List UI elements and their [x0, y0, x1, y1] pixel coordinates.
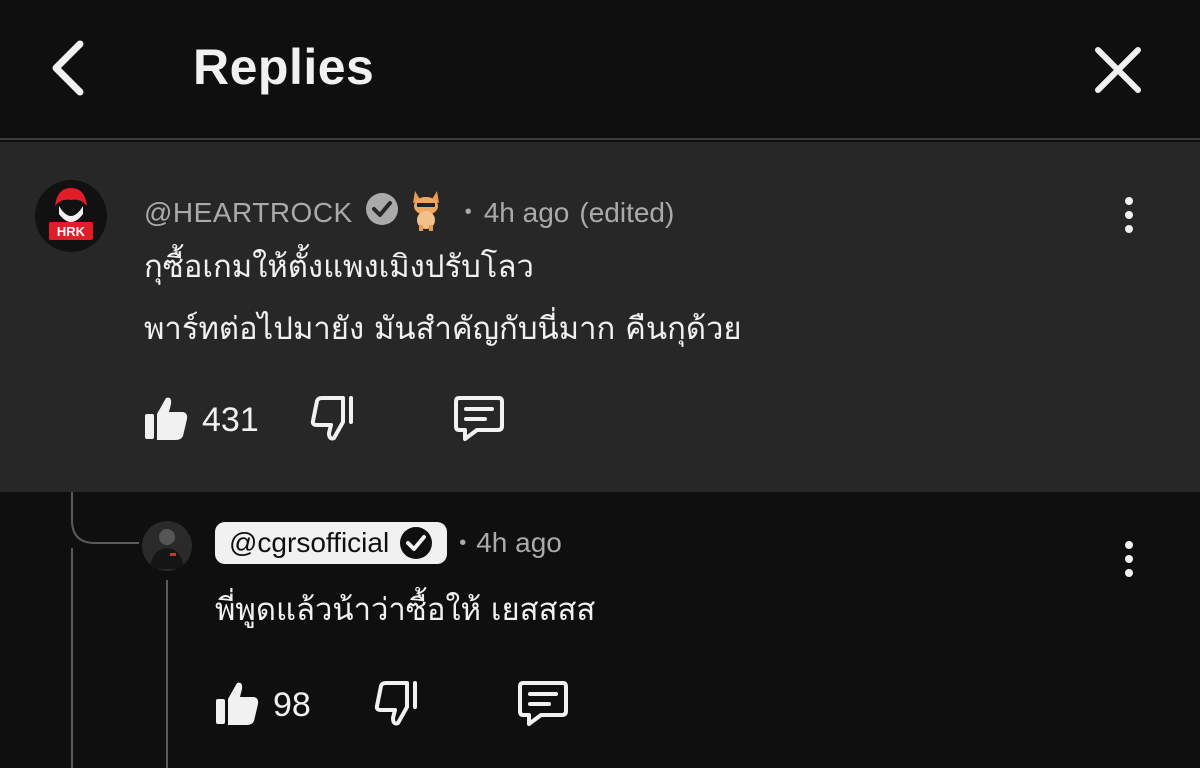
comment-meta: @HEARTROCK • 4h ago (edited)	[144, 187, 674, 238]
thread-branch	[71, 500, 139, 544]
close-button[interactable]	[1086, 38, 1150, 102]
avatar-text: HRK	[57, 224, 86, 239]
more-vert-icon	[1125, 197, 1133, 205]
like-icon	[216, 682, 259, 725]
reply-reply-button[interactable]	[517, 679, 569, 732]
back-button[interactable]	[40, 36, 100, 100]
back-arrow-icon	[52, 40, 84, 96]
cgr-avatar-icon	[142, 521, 192, 571]
dislike-icon	[310, 396, 353, 441]
verified-icon	[400, 527, 433, 559]
more-vert-dot	[1125, 225, 1133, 233]
reply-meta: @cgrsofficial • 4h ago	[215, 522, 562, 564]
verified-badge	[365, 192, 399, 233]
reply-icon	[453, 396, 504, 441]
parent-comment: HRK @HEARTROCK • 4h ago (edited) กุซื้อเ…	[0, 142, 1200, 492]
reply-author-handle: @cgrsofficial	[229, 527, 390, 558]
author-handle[interactable]: @HEARTROCK	[144, 197, 353, 229]
like-button[interactable]	[144, 395, 188, 446]
separator-dot: •	[464, 201, 472, 223]
dislike-button[interactable]	[309, 395, 355, 446]
separator-dot: •	[459, 531, 467, 554]
close-icon	[1095, 47, 1141, 93]
page-title: Replies	[193, 39, 375, 95]
reply-timestamp: 4h ago	[476, 527, 562, 558]
reply-icon	[517, 681, 568, 726]
dislike-icon	[374, 681, 417, 726]
reply-more-options-button[interactable]	[1121, 541, 1137, 581]
thread-line-main	[71, 548, 73, 768]
more-vert-icon	[1125, 541, 1133, 549]
more-vert-dot	[1125, 555, 1133, 563]
reply-like-button[interactable]	[215, 680, 259, 731]
more-options-button[interactable]	[1121, 197, 1137, 237]
reply-like-count: 98	[273, 686, 311, 724]
comment-text-line-1: กุซื้อเกมให้ตั้งแพงเมิงปรับโลว	[144, 249, 534, 285]
reply-dislike-button[interactable]	[373, 680, 419, 731]
edited-label: (edited)	[579, 196, 675, 228]
like-icon	[145, 397, 188, 440]
reply-author-pill[interactable]: @cgrsofficial	[215, 522, 448, 564]
reply-actions: 98	[215, 679, 569, 732]
verified-icon	[365, 193, 398, 225]
comment-actions: 431	[144, 394, 505, 447]
like-count: 431	[202, 401, 259, 439]
comment-text-line-2: พาร์ทต่อไปมายัง มันสำคัญกับนี่มาก คืนกุด…	[144, 311, 742, 347]
reply-avatar[interactable]	[142, 521, 192, 571]
top-bar: Replies	[0, 0, 1200, 140]
timestamp: 4h ago	[483, 196, 570, 228]
reply-text: พี่พูดแล้วน้าว่าซื้อให้ เยสสสส	[215, 592, 596, 628]
more-vert-dot	[1125, 211, 1133, 219]
reply-thread-line	[166, 580, 168, 768]
reply-button[interactable]	[453, 394, 505, 447]
hrk-avatar-icon: HRK	[35, 180, 107, 252]
more-vert-dot	[1125, 569, 1133, 577]
avatar[interactable]: HRK	[35, 180, 107, 252]
member-badge	[407, 187, 445, 238]
cat-emoji-icon	[412, 191, 439, 231]
